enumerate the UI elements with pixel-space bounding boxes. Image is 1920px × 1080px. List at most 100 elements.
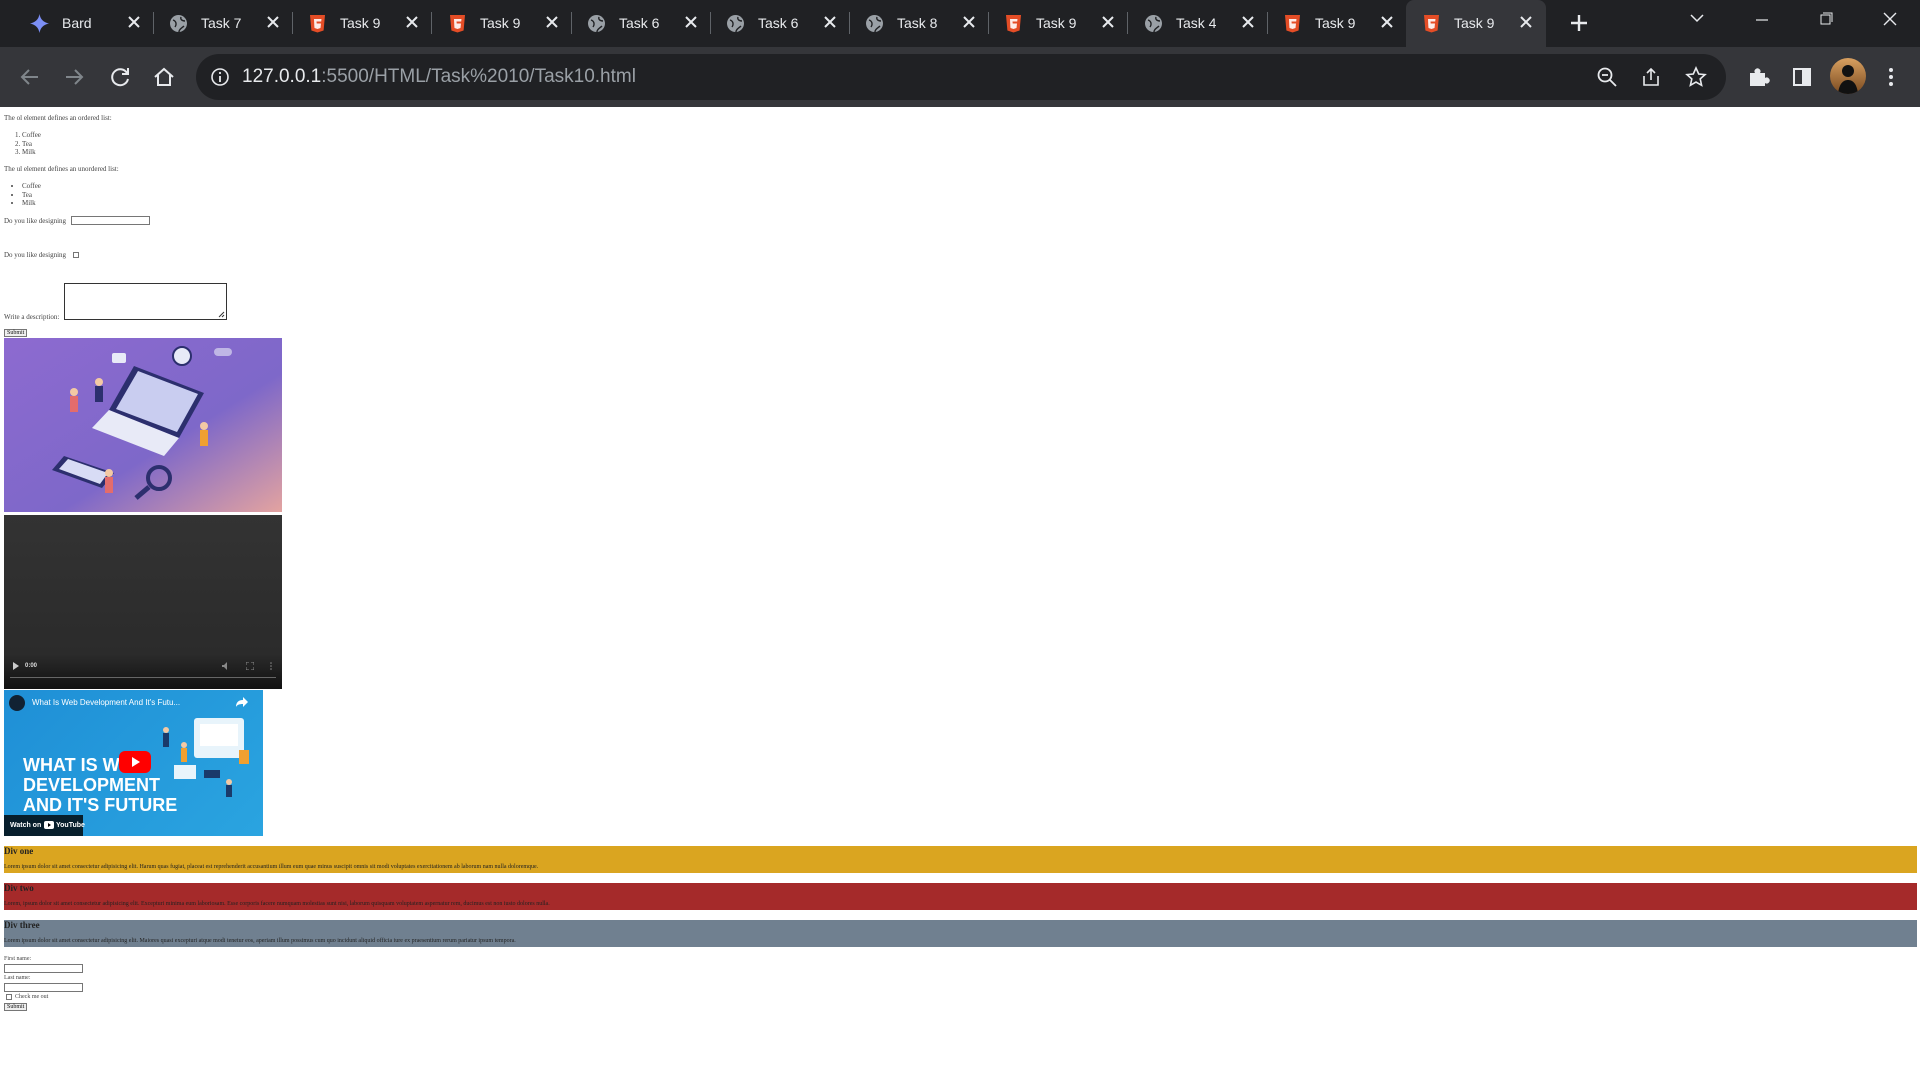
close-icon[interactable] [540, 10, 564, 34]
close-icon[interactable] [1514, 10, 1538, 34]
browser-tab[interactable]: Bard [14, 0, 154, 47]
ul-intro: The ul element defines an unordered list… [4, 165, 119, 173]
div-section: Div two Lorem, ipsum dolor sit amet conse… [4, 883, 1917, 910]
share-icon[interactable] [236, 697, 248, 707]
last-name-label: Last name: [4, 975, 31, 981]
reload-button[interactable] [104, 61, 136, 93]
side-panel-icon [1793, 68, 1811, 86]
browser-tab[interactable]: Task 9 [432, 0, 572, 47]
submit-button[interactable]: Submit [4, 329, 28, 337]
forward-button[interactable] [58, 61, 90, 93]
avatar-silhouette-icon [1838, 65, 1858, 94]
close-icon[interactable] [1375, 10, 1399, 34]
list-item: Tea [22, 191, 41, 200]
video-progress-bar[interactable] [10, 677, 276, 678]
browser-tab[interactable]: Task 9 [292, 0, 432, 47]
close-icon[interactable] [679, 10, 703, 34]
mute-icon[interactable] [222, 662, 230, 670]
globe-icon [588, 15, 605, 33]
tab-title: Bard [62, 15, 92, 31]
div-section: Div three Lorem ipsum dolor sit amet cons… [4, 920, 1917, 947]
form-submit-button[interactable]: Submit [4, 1003, 28, 1011]
browser-tab[interactable]: Task 6 [571, 0, 711, 47]
chevron-down-icon [1690, 14, 1704, 23]
close-icon[interactable] [1236, 10, 1260, 34]
watch-on-youtube-button[interactable]: Watch on YouTube [4, 815, 85, 836]
restore-icon [1820, 12, 1833, 25]
headline-line-1: WHAT IS W [23, 755, 120, 775]
close-icon[interactable] [1096, 10, 1120, 34]
home-button[interactable] [148, 61, 180, 93]
description-textarea[interactable] [64, 283, 227, 320]
side-panel-button[interactable] [1786, 61, 1818, 93]
youtube-play-button[interactable] [119, 751, 151, 773]
page-content: The ol element defines an ordered list: … [0, 107, 1920, 1080]
tab-title: Task 9 [480, 15, 521, 31]
browser-tab[interactable]: Task 4 [1128, 0, 1268, 47]
url-path: :5500/HTML/Task%2010/Task10.html [321, 66, 636, 87]
designing-checkbox-label: Do you like designing [4, 251, 67, 259]
list-item: Tea [22, 140, 41, 149]
extensions-button[interactable] [1742, 61, 1774, 93]
close-icon[interactable] [957, 10, 981, 34]
check-me-out-checkbox[interactable] [6, 994, 12, 1000]
browser-tab[interactable]: Task 9 [988, 0, 1128, 47]
play-icon[interactable] [12, 662, 20, 670]
first-name-field[interactable] [4, 964, 83, 973]
watch-on-label: Watch on [10, 822, 42, 829]
minimize-button[interactable] [1733, 0, 1791, 40]
back-button[interactable] [14, 61, 46, 93]
browser-tab[interactable]: Task 9 [1406, 0, 1546, 47]
headline-line-3: AND IT'S FUTURE [23, 795, 178, 815]
close-window-button[interactable] [1861, 0, 1919, 40]
tab-search-button[interactable] [1668, 0, 1726, 40]
close-icon [1883, 12, 1897, 26]
browser-toolbar: 127.0.0.1:5500/HTML/Task%2010/Task10.htm… [0, 47, 1920, 107]
close-icon[interactable] [122, 10, 146, 34]
list-item: Coffee [22, 131, 41, 140]
video-player[interactable]: 0:00 [4, 515, 282, 689]
bookmark-star-icon[interactable] [1684, 65, 1708, 89]
close-icon[interactable] [261, 10, 285, 34]
close-icon[interactable] [818, 10, 842, 34]
minimize-icon [1756, 19, 1768, 21]
unordered-list: Coffee Tea Milk [22, 182, 41, 208]
home-icon [154, 67, 174, 86]
browser-tab[interactable]: Task 8 [849, 0, 989, 47]
zoom-icon[interactable] [1596, 66, 1618, 88]
globe-icon [866, 15, 883, 33]
youtube-embed[interactable]: What Is Web Development And It's Futu...… [4, 690, 263, 836]
resize-grip-icon[interactable] [217, 310, 225, 318]
designing-checkbox[interactable] [73, 252, 79, 258]
div-text: Lorem ipsum dolor sit amet consectetur a… [4, 864, 539, 870]
plus-icon [1571, 15, 1587, 31]
youtube-video-title[interactable]: What Is Web Development And It's Futu... [32, 698, 180, 708]
designing-text-input[interactable] [71, 216, 150, 225]
div-heading: Div one [4, 846, 34, 856]
restore-button[interactable] [1797, 0, 1855, 40]
last-name-field[interactable] [4, 983, 83, 992]
url-text: 127.0.0.1:5500/HTML/Task%2010/Task10.htm… [242, 66, 636, 88]
browser-tab[interactable]: Task 9 [1267, 0, 1407, 47]
first-name-label: First name: [4, 956, 32, 962]
profile-avatar[interactable] [1830, 58, 1866, 94]
address-bar[interactable]: 127.0.0.1:5500/HTML/Task%2010/Task10.htm… [196, 54, 1726, 100]
browser-tab[interactable]: Task 6 [710, 0, 850, 47]
tab-title: Task 4 [1176, 15, 1217, 31]
puzzle-icon [1750, 68, 1770, 86]
close-icon[interactable] [400, 10, 424, 34]
browser-tab[interactable]: Task 7 [153, 0, 293, 47]
play-icon [132, 757, 140, 767]
div-heading: Div two [4, 883, 34, 893]
share-icon[interactable] [1640, 66, 1662, 88]
html5-icon [1006, 15, 1021, 33]
new-tab-button[interactable] [1566, 10, 1592, 36]
more-options-icon[interactable] [269, 662, 273, 670]
tab-title: Task 8 [897, 15, 938, 31]
html5-icon [310, 15, 325, 33]
menu-button[interactable] [1875, 61, 1907, 93]
fullscreen-icon[interactable] [246, 662, 254, 670]
youtube-brand-label: YouTube [56, 822, 85, 829]
thumbnail-headline: WHAT IS W DEVELOPMENT AND IT'S FUTURE [23, 755, 177, 815]
div-section: Div one Lorem ipsum dolor sit amet consec… [4, 846, 1917, 873]
